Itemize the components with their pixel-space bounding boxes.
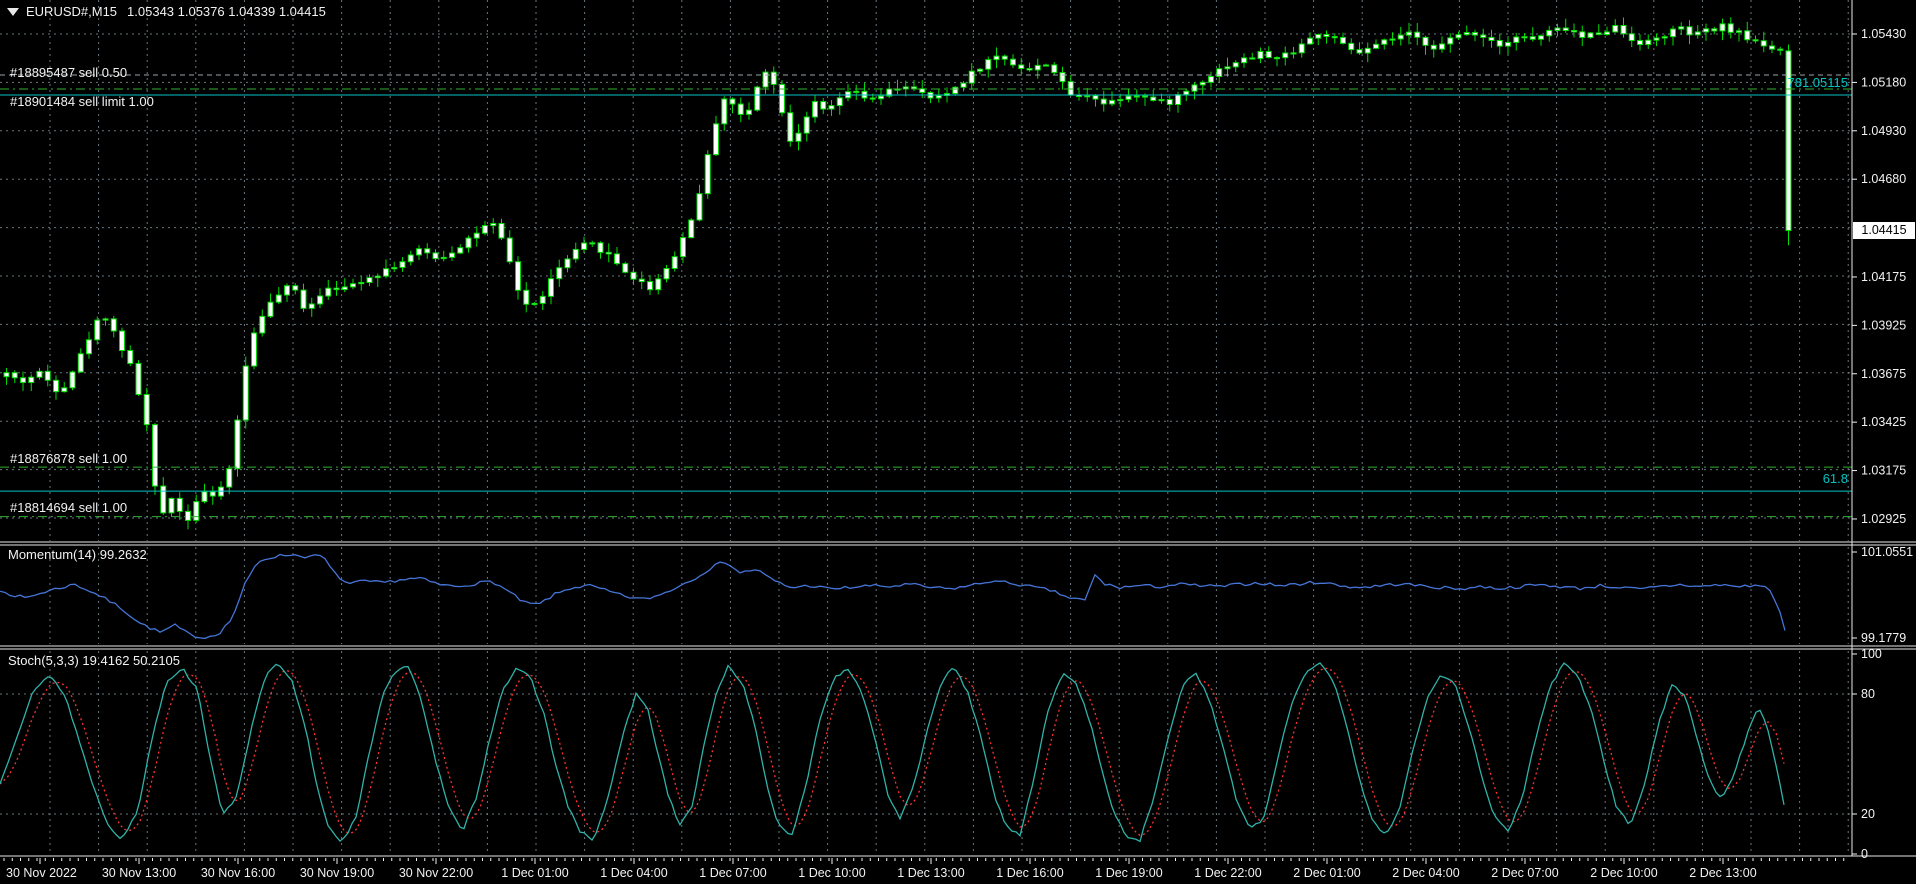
fib-level-label: 781.05115 [1787,75,1849,90]
chart-symbol-period: EURUSD#,M15 [26,4,118,19]
svg-text:2 Dec 07:00: 2 Dec 07:00 [1491,866,1558,880]
svg-text:1.03675: 1.03675 [1861,367,1906,381]
one-click-trading-arrow-icon[interactable] [7,8,19,16]
svg-text:1.03175: 1.03175 [1861,464,1906,478]
svg-text:1.05180: 1.05180 [1861,75,1906,89]
svg-text:30 Nov 2022: 30 Nov 2022 [6,866,77,880]
chart-ohlc-values: 1.05343 1.05376 1.04339 1.04415 [127,4,326,19]
svg-text:2 Dec 01:00: 2 Dec 01:00 [1293,866,1360,880]
svg-text:30 Nov 16:00: 30 Nov 16:00 [201,866,275,880]
svg-text:30 Nov 13:00: 30 Nov 13:00 [102,866,176,880]
svg-text:1.03425: 1.03425 [1861,415,1906,429]
mt4-chart-window: 1.05430 1.05180 1.04930 1.04680 1.04175 1.039… [0,0,1916,884]
order-line-label[interactable]: #18876878 sell 1.00 [10,452,127,466]
svg-text:2 Dec 10:00: 2 Dec 10:00 [1590,866,1657,880]
order-line-label[interactable]: #18901484 sell limit 1.00 [10,95,154,109]
svg-text:1.02925: 1.02925 [1861,512,1906,526]
svg-text:1 Dec 13:00: 1 Dec 13:00 [897,866,964,880]
svg-text:1 Dec 01:00: 1 Dec 01:00 [501,866,568,880]
svg-text:1.04175: 1.04175 [1861,270,1906,284]
svg-text:1.05430: 1.05430 [1861,27,1906,41]
stochastic-indicator-header[interactable]: Stoch(5,3,3) 19.4162 50.2105 [8,654,180,668]
svg-text:2 Dec 13:00: 2 Dec 13:00 [1689,866,1756,880]
current-price-tag: 1.04415 [1853,222,1915,239]
svg-text:2 Dec 04:00: 2 Dec 04:00 [1392,866,1459,880]
order-line-label[interactable]: #18895487 sell 0.50 [10,66,127,80]
svg-text:1 Dec 16:00: 1 Dec 16:00 [996,866,1063,880]
svg-text:30 Nov 19:00: 30 Nov 19:00 [300,866,374,880]
svg-text:0: 0 [1861,847,1868,861]
svg-text:1 Dec 07:00: 1 Dec 07:00 [699,866,766,880]
order-line-label[interactable]: #18814694 sell 1.00 [10,501,127,515]
momentum-indicator-header[interactable]: Momentum(14) 99.2632 [8,548,147,562]
chart-title: EURUSD#,M15 1.05343 1.05376 1.04339 1.04… [7,5,326,19]
svg-text:1 Dec 19:00: 1 Dec 19:00 [1095,866,1162,880]
svg-text:99.1779: 99.1779 [1861,631,1906,645]
svg-text:30 Nov 22:00: 30 Nov 22:00 [399,866,473,880]
chart-canvas[interactable]: 1.05430 1.05180 1.04930 1.04680 1.04175 1.039… [0,0,1916,884]
svg-text:1.04930: 1.04930 [1861,124,1906,138]
svg-text:1 Dec 22:00: 1 Dec 22:00 [1194,866,1261,880]
svg-text:101.0551: 101.0551 [1861,545,1913,559]
svg-text:1.03925: 1.03925 [1861,318,1906,332]
svg-text:20: 20 [1861,807,1875,821]
svg-text:100: 100 [1861,647,1882,661]
fib-level-label: 61.8 [1822,471,1848,486]
svg-text:1 Dec 10:00: 1 Dec 10:00 [798,866,865,880]
svg-text:80: 80 [1861,687,1875,701]
svg-text:1 Dec 04:00: 1 Dec 04:00 [600,866,667,880]
svg-text:1.04680: 1.04680 [1861,172,1906,186]
